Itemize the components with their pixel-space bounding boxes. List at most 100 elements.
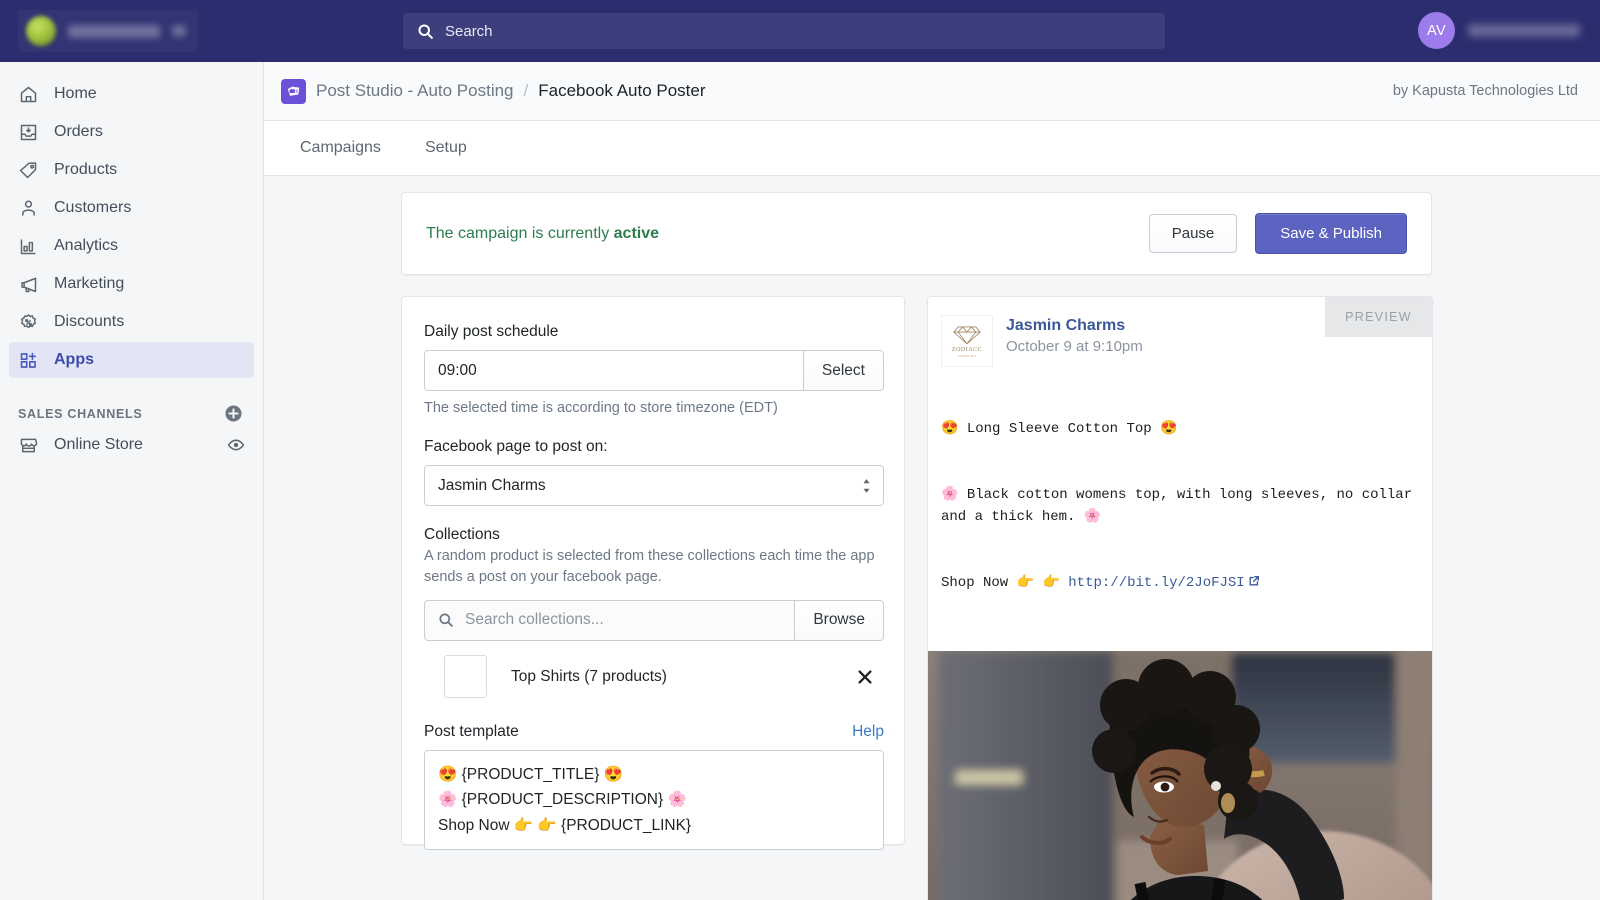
search-icon xyxy=(417,23,434,40)
schedule-label: Daily post schedule xyxy=(424,323,882,341)
tab-setup[interactable]: Setup xyxy=(411,131,481,165)
product-tag-icon xyxy=(18,160,39,181)
sidebar-item-label: Marketing xyxy=(54,275,124,293)
post-template-textarea[interactable]: 😍 {PRODUCT_TITLE} 😍 🌸 {PRODUCT_DESCRIPTI… xyxy=(424,750,884,850)
sales-channels-label: SALES CHANNELS xyxy=(18,407,142,421)
collections-search-input[interactable] xyxy=(465,611,781,629)
sidebar-item-label: Products xyxy=(54,161,117,179)
avatar: AV xyxy=(1418,12,1455,49)
store-name-redacted xyxy=(68,25,160,38)
campaign-status-card: The campaign is currently active Pause S… xyxy=(401,192,1432,275)
save-publish-button[interactable]: Save & Publish xyxy=(1255,213,1407,254)
app-tabs: Campaigns Setup xyxy=(264,121,1600,176)
breadcrumb: Post Studio - Auto Posting / Facebook Au… xyxy=(281,79,706,104)
pause-button[interactable]: Pause xyxy=(1149,214,1238,253)
sidebar-item-label: Analytics xyxy=(54,237,118,255)
sidebar-item-label: Apps xyxy=(54,351,94,369)
facebook-page-select-wrap: Jasmin Charms xyxy=(424,465,884,506)
global-search-bar[interactable]: Search xyxy=(403,13,1165,49)
eye-icon[interactable] xyxy=(227,436,245,454)
user-name-redacted xyxy=(1468,24,1580,37)
chevron-down-icon xyxy=(172,25,186,37)
facebook-page-name[interactable]: Jasmin Charms xyxy=(1006,317,1143,335)
collections-help-text: A random product is selected from these … xyxy=(424,546,884,589)
sidebar-item-label: Orders xyxy=(54,123,103,141)
close-x-icon[interactable] xyxy=(856,668,874,686)
customer-person-icon xyxy=(18,198,39,219)
sidebar-item-label: Customers xyxy=(54,199,131,217)
collection-thumbnail xyxy=(444,655,487,698)
sidebar-item-marketing[interactable]: Marketing xyxy=(9,266,254,302)
selected-collection-row: Top Shirts (7 products) xyxy=(424,647,884,707)
preview-badge: PREVIEW xyxy=(1325,297,1432,337)
discount-percent-icon xyxy=(18,312,39,333)
store-logo xyxy=(26,16,56,46)
breadcrumb-current: Facebook Auto Poster xyxy=(538,81,705,101)
avatar: ZODIACC JEWELRY xyxy=(941,315,993,367)
schedule-timezone-help: The selected time is according to store … xyxy=(424,400,882,416)
search-icon xyxy=(438,612,454,628)
post-template-header: Post template Help xyxy=(424,723,884,741)
post-product-link[interactable]: http://bit.ly/2JoFJSI xyxy=(1068,575,1244,591)
facebook-page-label: Facebook page to post on: xyxy=(424,438,882,456)
schedule-time-input[interactable] xyxy=(424,350,803,391)
post-studio-mailbox-icon xyxy=(281,79,306,104)
collection-name: Top Shirts (7 products) xyxy=(511,668,667,686)
browse-collections-button[interactable]: Browse xyxy=(794,600,884,641)
post-line-3: Shop Now 👉 👉 http://bit.ly/2JoFJSI xyxy=(941,573,1422,595)
campaign-status-actions: Pause Save & Publish xyxy=(1149,213,1407,254)
home-icon xyxy=(18,84,39,105)
campaign-status-text: The campaign is currently active xyxy=(426,225,659,243)
collections-search-group: Browse xyxy=(424,600,884,641)
apps-grid-plus-icon xyxy=(18,350,39,371)
facebook-post-meta: Jasmin Charms October 9 at 9:10pm xyxy=(1006,315,1143,367)
tab-campaigns[interactable]: Campaigns xyxy=(286,131,395,165)
sidebar: Home Orders Products Customers Analytics… xyxy=(0,62,264,900)
avatar-logo-subtext: JEWELRY xyxy=(958,354,977,358)
template-line: 🌸 {PRODUCT_DESCRIPTION} 🌸 xyxy=(438,787,870,813)
schedule-field-group: Select xyxy=(424,350,884,391)
search-placeholder-text: Search xyxy=(445,23,493,40)
sidebar-item-home[interactable]: Home xyxy=(9,76,254,112)
sidebar-item-products[interactable]: Products xyxy=(9,152,254,188)
app-breadcrumb-header: Post Studio - Auto Posting / Facebook Au… xyxy=(264,62,1600,121)
sidebar-item-analytics[interactable]: Analytics xyxy=(9,228,254,264)
sidebar-item-customers[interactable]: Customers xyxy=(9,190,254,226)
sidebar-item-discounts[interactable]: Discounts xyxy=(9,304,254,340)
storefront-icon xyxy=(18,435,39,456)
template-line: 😍 {PRODUCT_TITLE} 😍 xyxy=(438,762,870,788)
orders-inbox-icon xyxy=(18,122,39,143)
sidebar-item-orders[interactable]: Orders xyxy=(9,114,254,150)
post-line-2: 🌸 Black cotton womens top, with long sle… xyxy=(941,485,1422,529)
schedule-select-button[interactable]: Select xyxy=(803,350,884,391)
plus-circle-icon[interactable] xyxy=(224,404,243,423)
post-line-3-prefix: Shop Now 👉 👉 xyxy=(941,575,1068,591)
collections-search-field[interactable] xyxy=(424,600,794,641)
post-template-help-link[interactable]: Help xyxy=(852,723,884,741)
diamond-logo-icon xyxy=(952,324,982,346)
analytics-bars-icon xyxy=(18,236,39,257)
avatar-logo-text: ZODIACC xyxy=(952,347,982,353)
sales-channels-heading: SALES CHANNELS xyxy=(18,404,243,423)
sidebar-item-apps[interactable]: Apps xyxy=(9,342,254,378)
sidebar-item-online-store[interactable]: Online Store xyxy=(9,427,254,463)
sidebar-item-label: Online Store xyxy=(54,436,143,454)
collections-label: Collections xyxy=(424,526,882,544)
external-link-icon[interactable] xyxy=(1248,575,1260,587)
mailbox-glyph xyxy=(285,83,302,100)
store-switcher[interactable] xyxy=(18,10,198,52)
facebook-page-select[interactable]: Jasmin Charms xyxy=(424,465,884,506)
facebook-post-text: 😍 Long Sleeve Cotton Top 😍 🌸 Black cotto… xyxy=(928,367,1432,639)
facebook-post-date: October 9 at 9:10pm xyxy=(1006,338,1143,355)
post-product-photo xyxy=(928,651,1433,900)
sidebar-item-label: Home xyxy=(54,85,97,103)
sidebar-item-label: Discounts xyxy=(54,313,124,331)
post-template-label: Post template xyxy=(424,723,519,741)
post-line-1: 😍 Long Sleeve Cotton Top 😍 xyxy=(941,419,1422,441)
status-prefix: The campaign is currently xyxy=(426,225,614,242)
breadcrumb-parent-link[interactable]: Post Studio - Auto Posting xyxy=(316,81,514,101)
breadcrumb-separator: / xyxy=(524,81,529,101)
user-menu[interactable]: AV xyxy=(1418,12,1580,49)
top-bar: Search AV xyxy=(0,0,1600,62)
status-badge: active xyxy=(614,225,659,242)
